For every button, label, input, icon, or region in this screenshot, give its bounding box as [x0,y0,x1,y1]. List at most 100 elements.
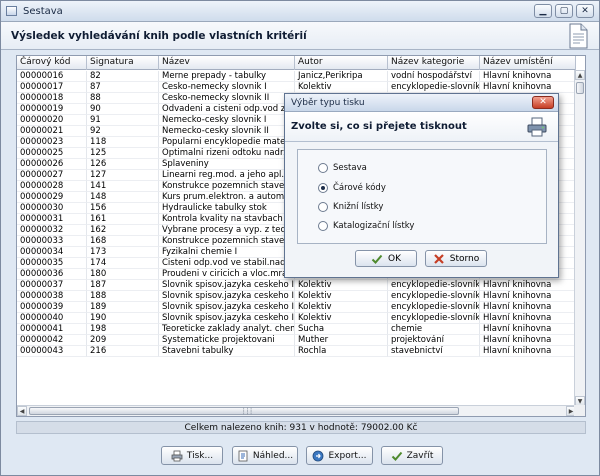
dialog-title-bar[interactable]: Výběr typu tisku ✕ [285,94,558,112]
table-cell: Proudeni v ciricich a vloc.mrakem [159,269,295,280]
report-header: Výsledek vyhledávání knih podle vlastníc… [1,22,599,50]
table-cell: 148 [87,192,159,203]
table-row[interactable]: 00000042 209 Systematicke projektovani Muth… [17,335,576,346]
table-cell: 00000042 [17,335,87,346]
table-row[interactable]: 00000043 216 Stavebni tabulky Rochla stavebn… [17,346,576,357]
table-row[interactable]: 00000037 187 Slovnik spisov.jazyka ceskeho… [17,280,576,291]
table-cell: 90 [87,104,159,115]
column-header[interactable]: Signatura [87,56,159,70]
table-row[interactable]: 00000040 190 Slovnik spisov.jazyka ceskeho… [17,313,576,324]
vertical-scroll-thumb[interactable] [576,82,584,94]
option-barcodes[interactable]: Čárové kódy [318,183,386,193]
table-cell: Sucha [295,324,388,335]
table-cell: 00000035 [17,258,87,269]
table-cell: Hlavní knihovna [480,335,576,346]
table-cell: vodní hospodářství [388,71,480,82]
table-cell: 88 [87,93,159,104]
scroll-up-icon[interactable]: ▲ [575,70,585,80]
table-cell: Hlavní knihovna [480,280,576,291]
preview-icon [238,450,248,461]
table-row[interactable]: 00000038 188 Slovnik spisov.jazyka ceskeho… [17,291,576,302]
table-row[interactable]: 00000016 82 Merne prepady - tabulky Janicz,… [17,71,576,82]
table-cell: 00000041 [17,324,87,335]
print-options-group: Sestava Čárové kódy Knižní lístky Katalo… [297,149,547,244]
title-bar[interactable]: Sestava ▁ ▢ ✕ [1,1,599,22]
table-cell: Slovnik spisov.jazyka ceskeho I [159,280,295,291]
table-cell: 190 [87,313,159,324]
column-header[interactable]: Název umístění [480,56,576,70]
table-row[interactable]: 00000017 87 Cesko-nemecky slovnik I Kolekti… [17,82,576,93]
table-cell: Fyzikalni chemie I [159,247,295,258]
table-cell: Cesko-nemecky slovnik I [159,82,295,93]
table-cell: 188 [87,291,159,302]
checkmark-icon [371,254,383,264]
option-book-cards-label: Knižní lístky [333,202,384,212]
table-cell: Popularni encyklopedie matema [159,137,295,148]
table-cell: 00000034 [17,247,87,258]
table-cell: Slovnik spisov.jazyka ceskeho III [159,302,295,313]
table-cell: Hydraulicke tabulky stok [159,203,295,214]
column-header[interactable]: Název kategorie [388,56,480,70]
horizontal-scroll-thumb[interactable]: ┆┆┆ [29,407,459,415]
table-cell: 00000036 [17,269,87,280]
option-catalog-cards[interactable]: Katalogizační lístky [318,221,414,231]
export-button[interactable]: Export... [306,446,373,465]
table-cell: encyklopedie-slovníky-jaz [388,82,480,93]
table-cell: Teoreticke zaklady analyt. chemie [159,324,295,335]
column-header[interactable]: Název [159,56,295,70]
option-book-cards[interactable]: Knižní lístky [318,202,383,212]
maximize-button[interactable]: ▢ [555,4,573,18]
table-cell: 180 [87,269,159,280]
preview-button[interactable]: Náhled... [232,446,298,465]
scroll-left-icon[interactable]: ◀ [17,406,27,416]
radio-barcodes[interactable] [318,183,328,193]
horizontal-scrollbar[interactable]: ◀ ┆┆┆ ▶ [17,405,576,416]
dialog-heading: Zvolte si, co si přejete tisknout [291,121,467,132]
table-cell: Janicz,Perikripa [295,71,388,82]
table-cell: 91 [87,115,159,126]
table-cell: chemie [388,324,480,335]
radio-report[interactable] [318,163,328,173]
table-cell: 00000018 [17,93,87,104]
column-header[interactable]: Autor [295,56,388,70]
table-cell: Stavebni tabulky [159,346,295,357]
app-icon [6,6,17,16]
table-cell: Optimalni rizeni odtoku nadrzem [159,148,295,159]
print-button[interactable]: Tisk... [161,446,223,465]
grip-icon: ┆┆┆ [242,408,253,415]
table-cell: 00000020 [17,115,87,126]
table-cell: 126 [87,159,159,170]
radio-book-cards[interactable] [318,202,328,212]
vertical-scrollbar[interactable]: ▲ ▼ [574,70,585,406]
table-cell: Muther [295,335,388,346]
table-cell: 00000031 [17,214,87,225]
table-cell: stavebnictví [388,346,480,357]
dialog-close-button[interactable]: ✕ [532,96,554,109]
table-cell: Rochla [295,346,388,357]
table-cell: 125 [87,148,159,159]
table-cell: Nemecko-cesky slovnik II [159,126,295,137]
close-window-button[interactable]: ✕ [576,4,594,18]
ok-button[interactable]: OK [355,250,417,267]
ok-button-label: OK [388,253,401,264]
option-report[interactable]: Sestava [318,163,367,173]
printer-icon [527,117,547,137]
table-cell: 216 [87,346,159,357]
table-cell: Kontrola kvality na stavbach [159,214,295,225]
table-cell: encyklopedie-slovníky-jaz [388,280,480,291]
table-row[interactable]: 00000041 198 Teoreticke zaklady analyt. ch… [17,324,576,335]
table-cell: 00000016 [17,71,87,82]
column-header[interactable]: Čárový kód [17,56,87,70]
cancel-button[interactable]: Storno [425,250,487,267]
table-cell: 00000026 [17,159,87,170]
table-cell: Linearni reg.mod. a jeho apl.v h [159,170,295,181]
table-cell: Konstrukce pozemnich staveb I [159,181,295,192]
table-row[interactable]: 00000039 189 Slovnik spisov.jazyka ceskeho… [17,302,576,313]
close-button[interactable]: Zavřít [381,446,443,465]
table-cell: encyklopedie-slovníky-jaz [388,313,480,324]
table-cell: 173 [87,247,159,258]
table-cell: 209 [87,335,159,346]
table-cell: 118 [87,137,159,148]
radio-catalog-cards[interactable] [318,221,328,231]
minimize-button[interactable]: ▁ [534,4,552,18]
